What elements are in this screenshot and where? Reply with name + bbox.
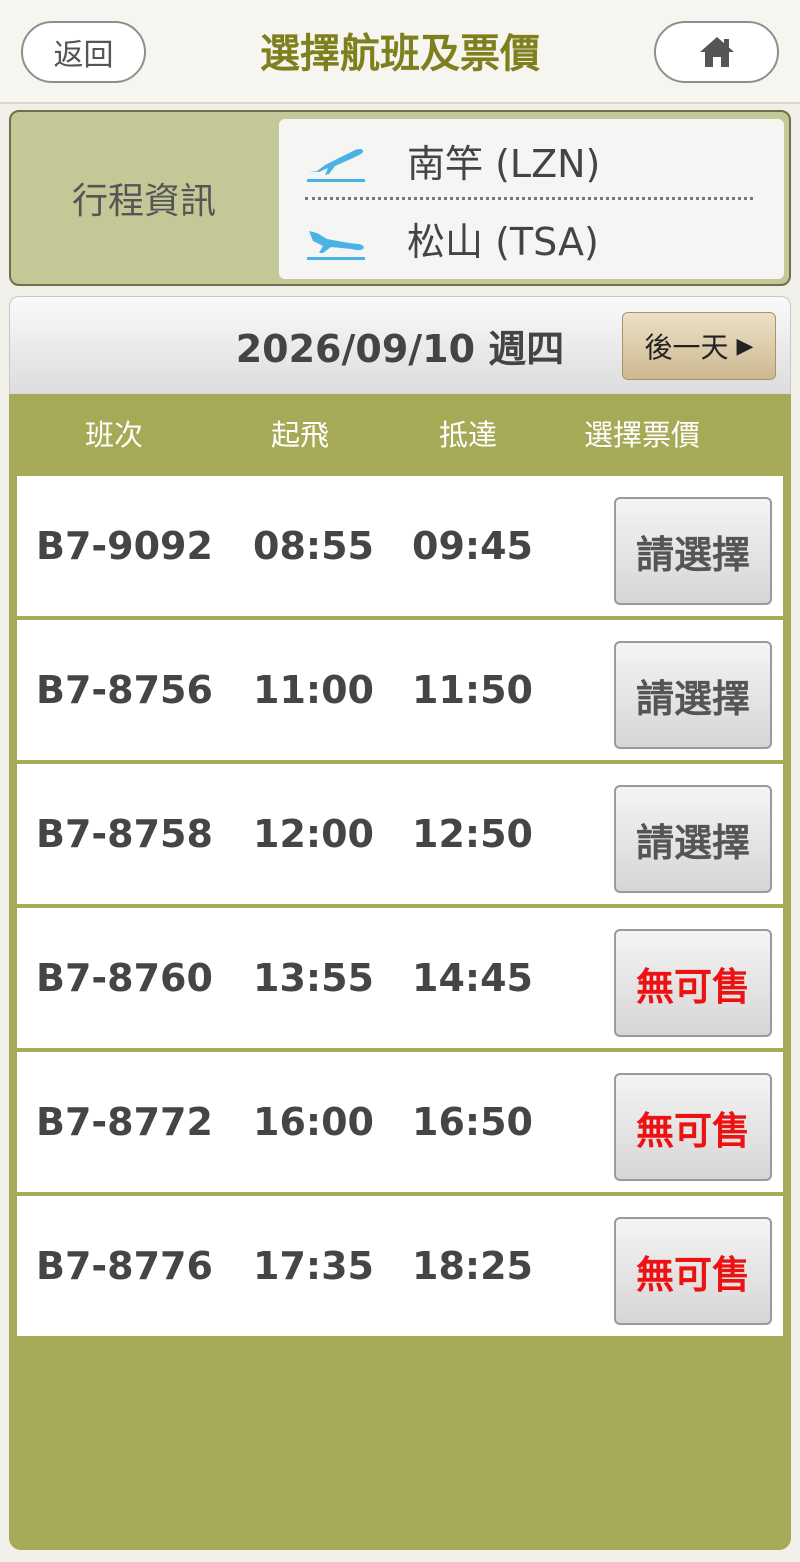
trip-info-label: 行程資訊: [71, 181, 216, 222]
flight-row: B7-8772 16:00 16:50 無可售: [17, 1052, 783, 1192]
departure-time: 11:00: [253, 668, 374, 712]
flight-number: B7-8776: [36, 1244, 213, 1288]
column-header-departure: 起飛: [271, 418, 330, 452]
flight-number: B7-8772: [36, 1100, 213, 1144]
home-button[interactable]: [654, 21, 779, 83]
column-header-arrival: 抵達: [439, 418, 498, 452]
flight-number: B7-9092: [36, 524, 213, 568]
flight-row: B7-8760 13:55 14:45 無可售: [17, 908, 783, 1048]
next-day-button[interactable]: 後一天 ▶: [622, 312, 776, 380]
column-header-price: 選擇票價: [584, 418, 701, 452]
select-fare-button[interactable]: 請選擇: [614, 497, 772, 605]
play-arrow-icon: ▶: [736, 333, 754, 359]
origin-airport: 南竿 (LZN): [407, 142, 601, 186]
arrival-plane-icon: [307, 231, 365, 260]
flight-date: 2026/09/10 週四: [235, 327, 565, 371]
page-title: 選擇航班及票價: [260, 31, 540, 77]
flight-row: B7-8776 17:35 18:25 無可售: [17, 1196, 783, 1336]
flight-row: B7-8758 12:00 12:50 請選擇: [17, 764, 783, 904]
arrival-time: 18:25: [412, 1244, 533, 1288]
departure-time: 13:55: [253, 956, 374, 1000]
arrival-time: 11:50: [412, 668, 533, 712]
route-divider: [305, 197, 753, 200]
next-day-label: 後一天: [644, 331, 729, 364]
sold-out-button[interactable]: 無可售: [614, 1073, 772, 1181]
departure-time: 17:35: [253, 1244, 374, 1288]
date-bar: 2026/09/10 週四 後一天 ▶: [9, 296, 791, 396]
flight-row: B7-8756 11:00 11:50 請選擇: [17, 620, 783, 760]
arrival-time: 16:50: [412, 1100, 533, 1144]
flight-number: B7-8756: [36, 668, 213, 712]
sold-out-button[interactable]: 無可售: [614, 1217, 772, 1325]
departure-time: 16:00: [253, 1100, 374, 1144]
route-panel: 南竿 (LZN) 松山 (TSA): [279, 119, 784, 279]
home-icon: [699, 37, 734, 67]
flight-number: B7-8758: [36, 812, 213, 856]
arrival-time: 14:45: [412, 956, 533, 1000]
flight-number: B7-8760: [36, 956, 213, 1000]
arrival-time: 12:50: [412, 812, 533, 856]
departure-plane-icon: [307, 148, 365, 182]
trip-info-panel: 行程資訊 南竿 (LZN) 松山 (TSA): [9, 110, 791, 286]
column-header-flight: 班次: [85, 418, 144, 452]
select-fare-button[interactable]: 請選擇: [614, 785, 772, 893]
destination-row: 松山 (TSA): [279, 207, 784, 277]
departure-time: 12:00: [253, 812, 374, 856]
select-fare-button[interactable]: 請選擇: [614, 641, 772, 749]
arrival-time: 09:45: [412, 524, 533, 568]
flight-list: 班次 起飛 抵達 選擇票價 B7-9092 08:55 09:45 請選擇 B7…: [9, 394, 791, 1550]
flight-row: B7-9092 08:55 09:45 請選擇: [17, 476, 783, 616]
origin-row: 南竿 (LZN): [279, 129, 784, 199]
sold-out-button[interactable]: 無可售: [614, 929, 772, 1037]
destination-airport: 松山 (TSA): [407, 220, 599, 264]
header-bar: 返回 選擇航班及票價: [0, 0, 800, 104]
departure-time: 08:55: [253, 524, 374, 568]
back-button[interactable]: 返回: [21, 21, 146, 83]
